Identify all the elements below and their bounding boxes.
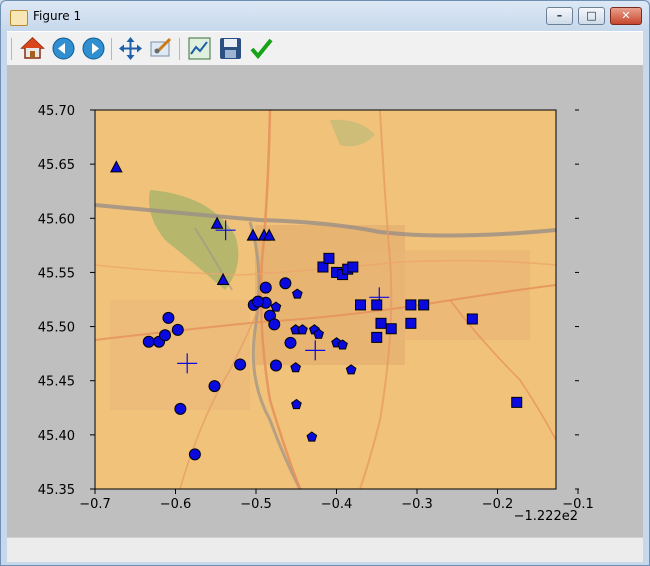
scatter-chart: −0.7 −0.6 −0.5 −0.4 −0.3 −0.2 −0.1 45.3545.404… (38, 104, 594, 524)
circle-point (279, 277, 292, 290)
circle-point (259, 281, 272, 294)
y-tick-label: 45.60 (38, 212, 75, 227)
y-tick-label: 45.70 (38, 104, 75, 119)
y-tick-label: 45.65 (38, 158, 75, 173)
map-background (95, 110, 556, 489)
square-point (371, 299, 383, 311)
circle-point (268, 318, 281, 331)
circle-point (234, 358, 247, 371)
y-tick-label: 45.40 (38, 429, 75, 444)
square-point (323, 252, 335, 264)
x-tick-label: −0.4 (321, 497, 353, 512)
circle-point (174, 402, 187, 415)
square-point (355, 299, 367, 311)
y-tick-label: 45.45 (38, 375, 75, 390)
x-tick-label: −0.2 (482, 497, 514, 512)
y-tick-label: 45.35 (38, 483, 75, 498)
square-point (375, 317, 387, 329)
y-tick-label: 45.50 (38, 321, 75, 336)
x-tick-label: −0.3 (401, 497, 433, 512)
square-point (466, 313, 478, 325)
circle-point (162, 311, 175, 324)
circle-point (284, 336, 297, 349)
circle-point (188, 448, 201, 461)
square-point (385, 323, 397, 335)
circle-point (252, 295, 265, 308)
square-point (511, 396, 523, 408)
square-point (405, 299, 417, 311)
x-offset-label: −1.222e2 (514, 509, 578, 524)
x-tick-label: −0.5 (240, 497, 272, 512)
square-point (418, 299, 430, 311)
circle-point (269, 359, 282, 372)
circle-point (208, 380, 221, 393)
y-tick-label: 45.55 (38, 266, 75, 281)
x-tick-label: −0.6 (160, 497, 192, 512)
square-point (347, 261, 359, 273)
square-point (405, 317, 417, 329)
circle-point (171, 323, 184, 336)
circle-point (142, 335, 155, 348)
square-point (371, 331, 383, 343)
circle-point (159, 329, 172, 342)
x-tick-label: −0.7 (79, 497, 111, 512)
